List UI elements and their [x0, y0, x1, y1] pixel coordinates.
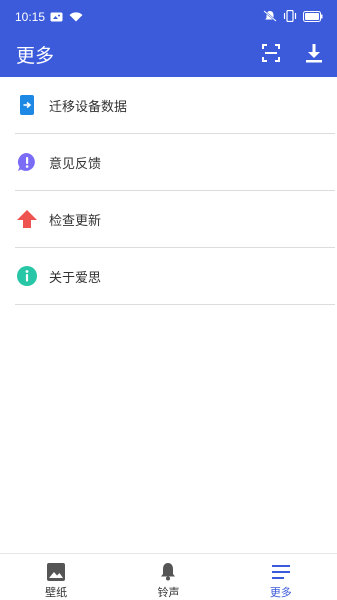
nav-label: 更多 — [269, 586, 292, 599]
title-bar: 更多 — [0, 33, 337, 77]
download-button[interactable] — [299, 40, 329, 70]
bell-icon — [158, 562, 178, 581]
page-title: 更多 — [16, 45, 55, 67]
mute-icon — [263, 10, 277, 25]
scan-button[interactable] — [256, 40, 286, 70]
image-icon — [50, 11, 63, 25]
menu-item-label: 关于爱思 — [49, 271, 102, 286]
menu-list: 迁移设备数据 意见反馈 检查更新 关于爱思 — [15, 77, 335, 305]
menu-item-about[interactable]: 关于爱思 — [15, 248, 335, 305]
menu-item-label: 检查更新 — [49, 214, 102, 229]
nav-item-more[interactable]: 更多 — [225, 554, 337, 600]
transfer-icon — [17, 95, 37, 115]
wallpaper-icon — [46, 562, 66, 581]
nav-item-ringtone[interactable]: 铃声 — [112, 554, 224, 600]
wifi-icon — [69, 11, 83, 25]
feedback-icon — [17, 152, 37, 172]
bottom-nav: 壁纸 铃声 更多 — [0, 553, 337, 600]
nav-label: 铃声 — [157, 586, 180, 599]
info-icon — [17, 266, 37, 286]
menu-item-transfer[interactable]: 迁移设备数据 — [15, 77, 335, 134]
menu-lines-icon — [271, 562, 291, 581]
menu-item-label: 意见反馈 — [49, 157, 102, 172]
status-bar: 10:15 — [0, 0, 337, 33]
download-icon — [305, 43, 323, 67]
status-time: 10:15 — [15, 10, 46, 24]
update-arrow-icon — [17, 209, 37, 229]
menu-item-label: 迁移设备数据 — [49, 100, 128, 115]
scan-icon — [261, 43, 281, 67]
menu-item-check-update[interactable]: 检查更新 — [15, 191, 335, 248]
nav-item-wallpaper[interactable]: 壁纸 — [0, 554, 112, 600]
nav-label: 壁纸 — [45, 586, 68, 599]
vibrate-icon — [283, 9, 297, 25]
battery-icon — [303, 10, 323, 25]
menu-item-feedback[interactable]: 意见反馈 — [15, 134, 335, 191]
app-header: 10:15 更多 — [0, 0, 337, 77]
